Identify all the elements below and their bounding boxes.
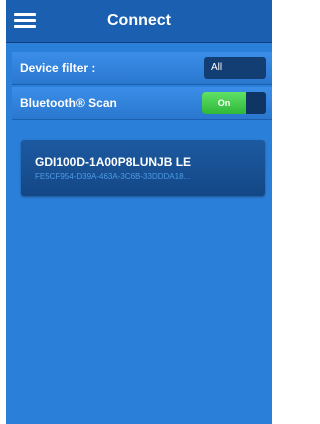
top-bar: Connect (6, 0, 272, 43)
toggle-on-segment: On (202, 92, 246, 114)
device-name: GDI100D-1A00P8LUNJB LE (35, 155, 192, 169)
device-filter-row: Device filter : All (12, 52, 272, 85)
device-id: FE5CF954-D39A-463A-3C6B-33DDDA18... (35, 172, 191, 181)
bluetooth-scan-row: Bluetooth® Scan On (12, 87, 272, 120)
device-filter-input[interactable]: All (204, 57, 266, 79)
device-filter-value: All (211, 62, 223, 73)
page-title: Connect (107, 12, 171, 29)
device-filter-label: Device filter : (20, 61, 96, 75)
toggle-on-label: On (217, 98, 231, 108)
bluetooth-scan-label: Bluetooth® Scan (20, 96, 117, 110)
toggle-knob (246, 92, 266, 114)
bluetooth-scan-toggle[interactable]: On (202, 92, 266, 114)
device-list-item[interactable]: GDI100D-1A00P8LUNJB LE FE5CF954-D39A-463… (21, 140, 265, 196)
app-screen: Connect Device filter : All Bluetooth® S… (6, 0, 272, 424)
